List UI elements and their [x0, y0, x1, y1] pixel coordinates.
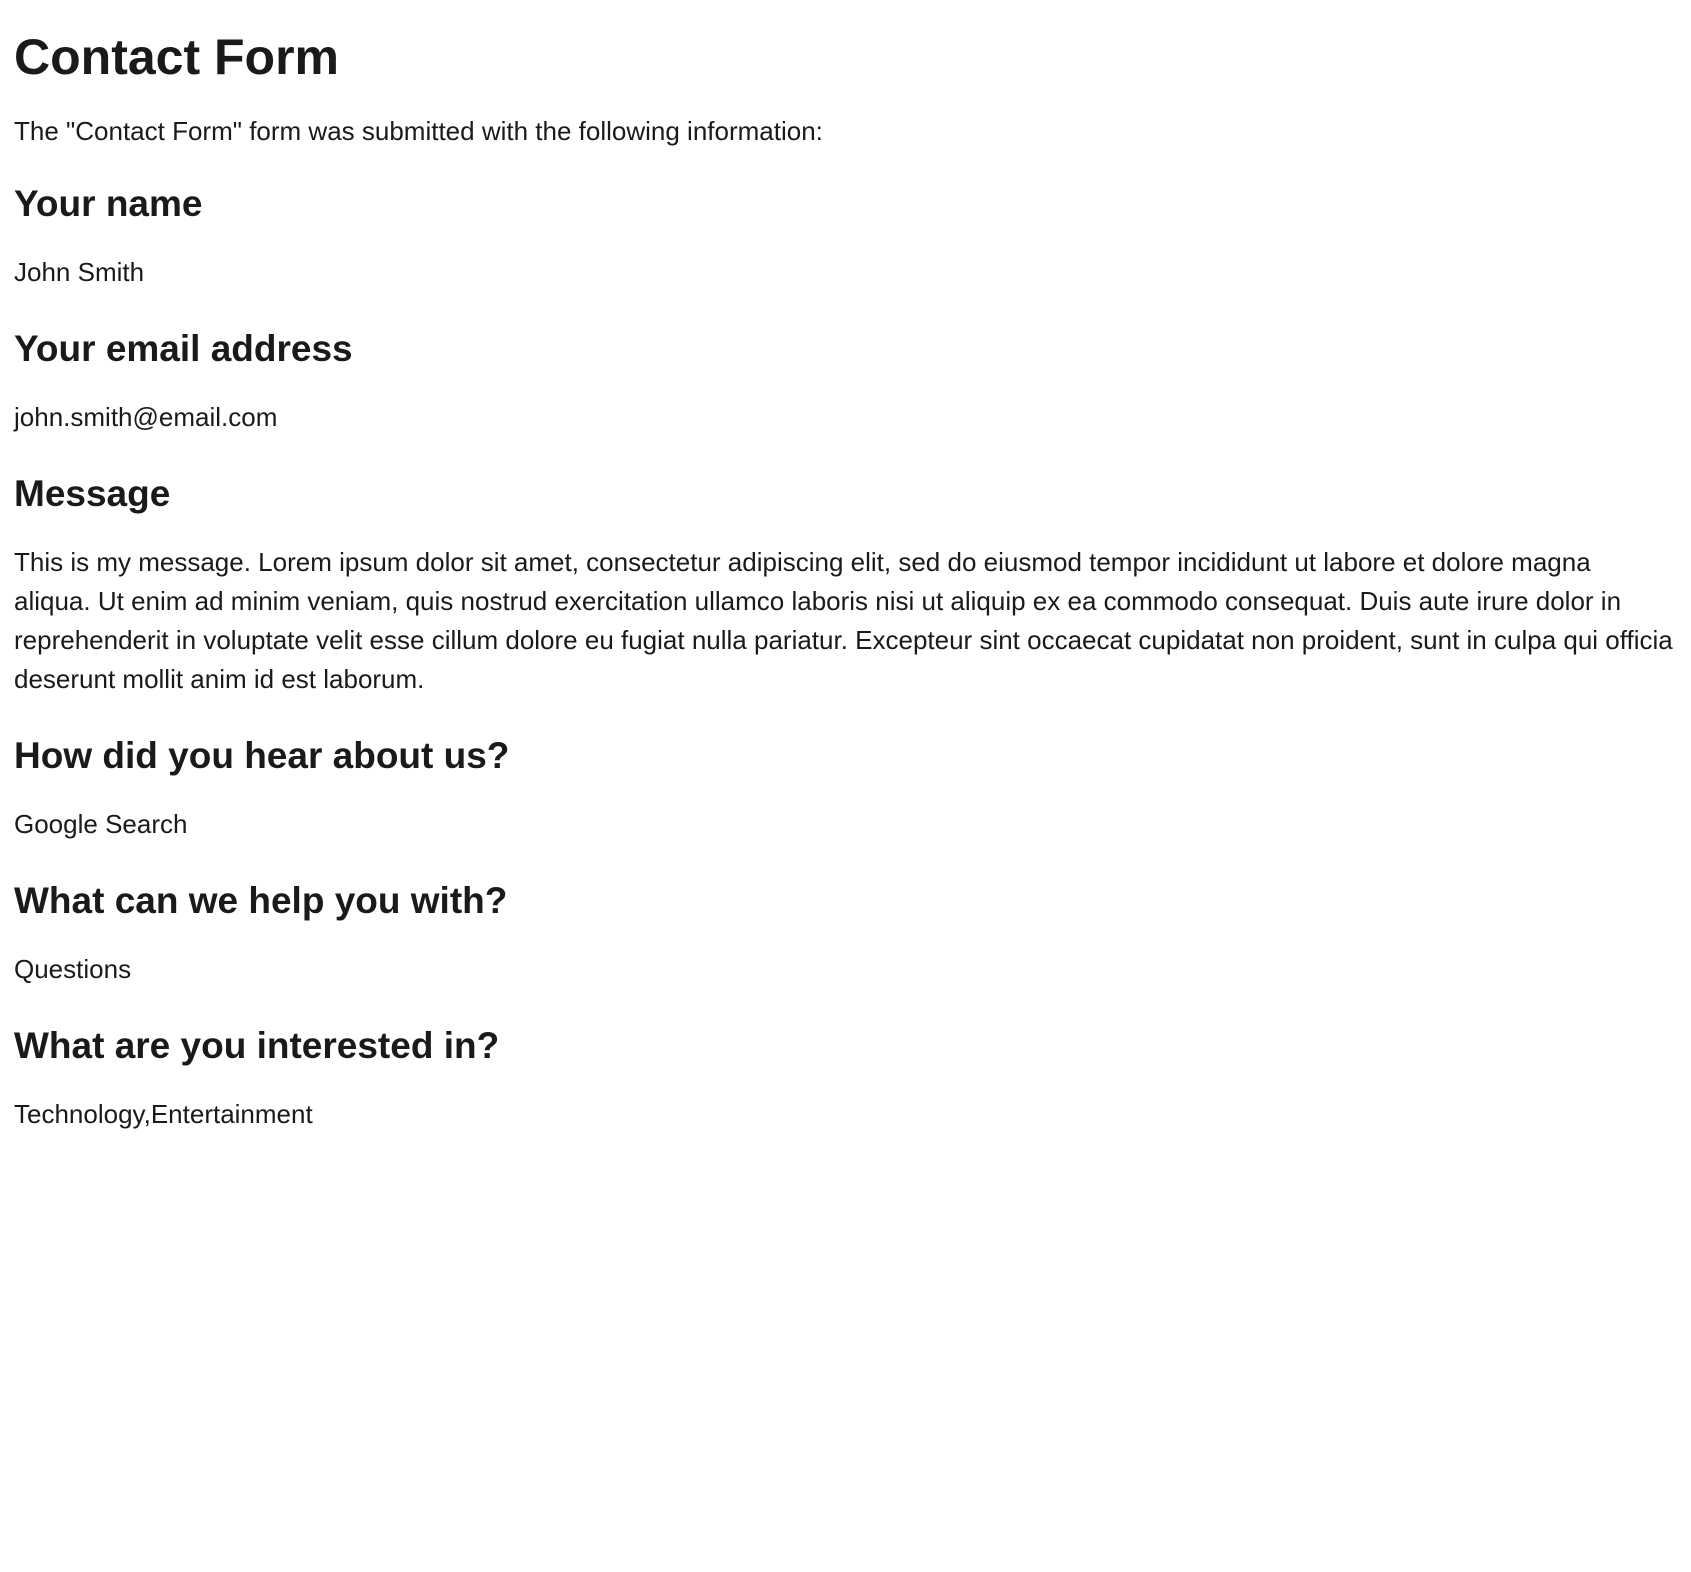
help-with-value: Questions	[14, 950, 1677, 989]
name-label: Your name	[14, 183, 1677, 225]
help-with-label: What can we help you with?	[14, 880, 1677, 922]
message-label: Message	[14, 473, 1677, 515]
interested-in-value: Technology,Entertainment	[14, 1095, 1677, 1134]
message-value: This is my message. Lorem ipsum dolor si…	[14, 543, 1674, 699]
name-value: John Smith	[14, 253, 1677, 292]
intro-text: The "Contact Form" form was submitted wi…	[14, 116, 1677, 147]
hear-about-value: Google Search	[14, 805, 1677, 844]
email-value: john.smith@email.com	[14, 398, 1677, 437]
interested-in-label: What are you interested in?	[14, 1025, 1677, 1067]
email-label: Your email address	[14, 328, 1677, 370]
hear-about-label: How did you hear about us?	[14, 735, 1677, 777]
page-title: Contact Form	[14, 28, 1677, 86]
